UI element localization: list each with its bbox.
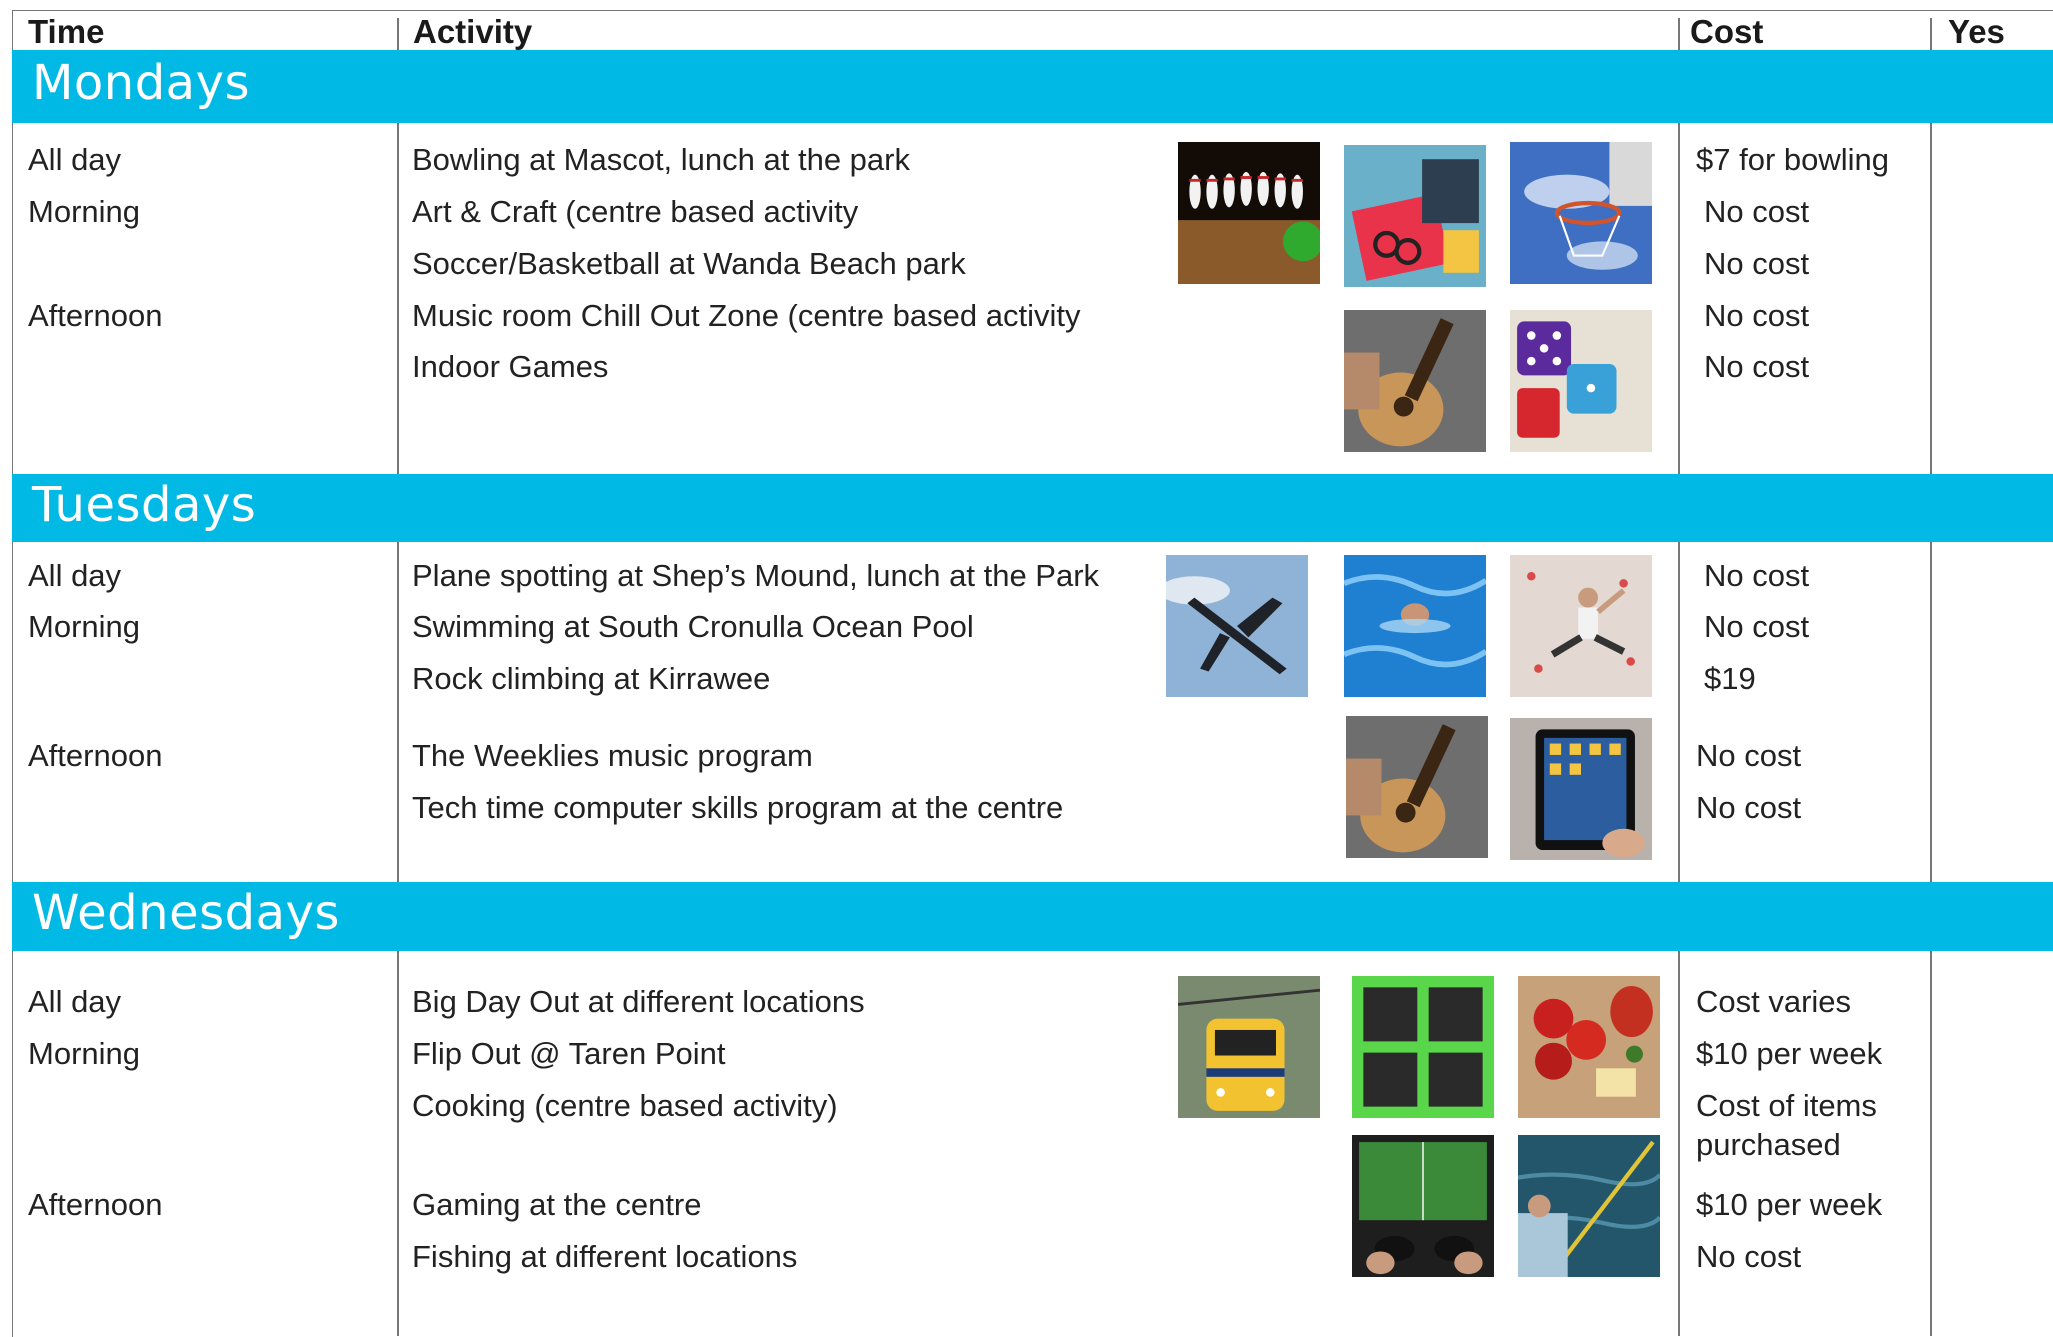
cost-cell: Cost of items [1696,1088,1877,1123]
time-cell: Morning [28,194,140,229]
cost-cell: No cost [1704,246,1810,281]
train-photo [1178,976,1320,1118]
header-cost: Cost [1690,13,1764,50]
art-supplies-photo [1344,145,1486,287]
bowling-pins-photo [1178,142,1320,284]
activity-cell: Fishing at different locations [412,1239,798,1274]
cost-cell: $19 [1704,661,1756,696]
activity-cell: Art & Craft (centre based activity [412,194,859,229]
cost-cell: No cost [1704,298,1810,333]
column-divider [1930,18,1932,1336]
activity-cell: Swimming at South Cronulla Ocean Pool [412,609,974,644]
day-band-tuesdays: Tuesdays [12,474,2053,542]
cost-cell: No cost [1704,349,1810,384]
activity-cell: Indoor Games [412,349,609,384]
activity-cell: Flip Out @ Taren Point [412,1036,726,1071]
cost-cell: No cost [1704,609,1810,644]
cost-cell: No cost [1704,558,1810,593]
cost-cell: $10 per week [1696,1036,1883,1071]
header-activity: Activity [413,13,533,50]
activity-cell: Music room Chill Out Zone (centre based … [412,298,1081,333]
activity-cell: Tech time computer skills program at the… [412,790,1064,825]
header-yes: Yes [1948,13,2005,50]
day-band-mondays: Mondays [12,50,2053,123]
activity-cell: Soccer/Basketball at Wanda Beach park [412,246,966,281]
time-cell: All day [28,142,122,177]
day-title: Tuesdays [32,477,257,533]
tablet-photo [1510,718,1652,860]
cost-cell: No cost [1696,790,1802,825]
acoustic-guitar-photo [1344,310,1486,452]
time-cell: All day [28,984,122,1019]
header-time: Time [28,13,105,50]
cost-cell: No cost [1704,194,1810,229]
activity-cell: Bowling at Mascot, lunch at the park [412,142,910,177]
column-divider [1678,18,1680,1336]
time-cell: Afternoon [28,738,163,773]
activity-cell: Gaming at the centre [412,1187,702,1222]
cost-cell: $10 per week [1696,1187,1883,1222]
basketball-hoop-photo [1510,142,1652,284]
activity-cell: The Weeklies music program [412,738,813,773]
video-gaming-photo [1352,1135,1494,1277]
trampoline-photo [1352,976,1494,1118]
time-cell: Afternoon [28,1187,163,1222]
cost-cell: $7 for bowling [1696,142,1890,177]
activity-cell: Cooking (centre based activity) [412,1088,838,1123]
cost-cell: No cost [1696,738,1802,773]
activity-cell: Big Day Out at different locations [412,984,865,1019]
acoustic-guitar-photo [1346,716,1488,858]
time-cell: All day [28,558,122,593]
dice-photo [1510,310,1652,452]
time-cell: Morning [28,609,140,644]
airplane-photo [1166,555,1308,697]
fishing-photo [1518,1135,1660,1277]
cost-cell: No cost [1696,1239,1802,1274]
column-divider [397,18,399,1336]
day-title: Wednesdays [32,885,340,941]
cost-cell: Cost varies [1696,984,1852,1019]
day-band-wednesdays: Wednesdays [12,882,2053,951]
activity-cell: Rock climbing at Kirrawee [412,661,771,696]
time-cell: Afternoon [28,298,163,333]
rock-climber-photo [1510,555,1652,697]
swimmer-photo [1344,555,1486,697]
cooking-ingredients-photo [1518,976,1660,1118]
day-title: Mondays [32,55,250,111]
time-cell: Morning [28,1036,140,1071]
cost-cell: purchased [1696,1127,1841,1162]
activity-cell: Plane spotting at Shep’s Mound, lunch at… [412,558,1100,593]
